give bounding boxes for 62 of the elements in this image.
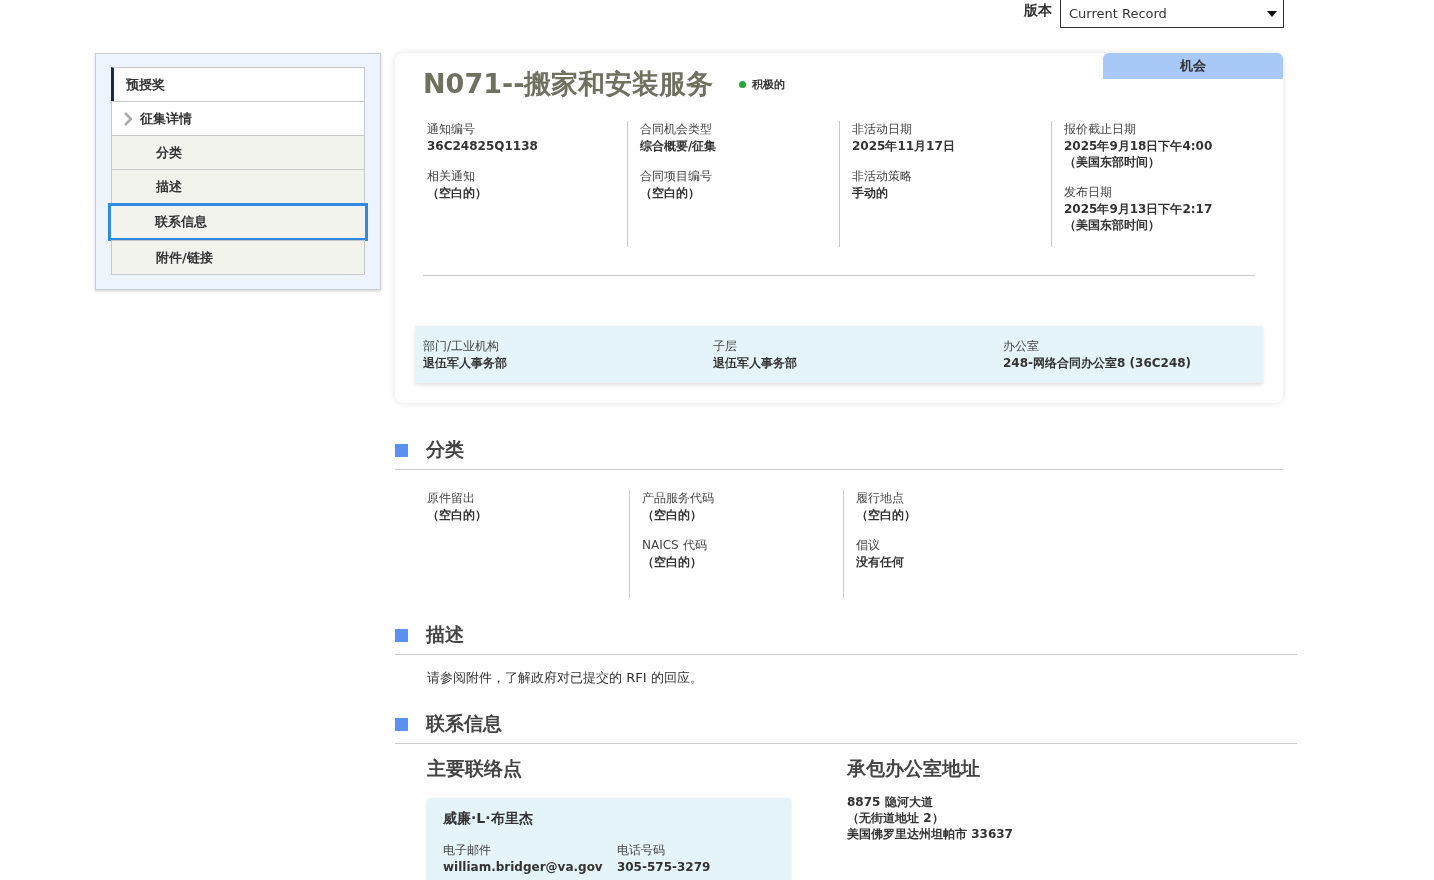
field-value: （空白的） [640,185,701,201]
caret-icon [1267,10,1277,17]
field-label: 发布日期 [1064,184,1113,201]
field-value: 36C24825Q1138 [427,138,539,154]
field-value: 退伍军人事务部 [423,355,508,371]
field-label: 办公室 [1003,338,1040,355]
field-value: 综合概要/征集 [640,138,718,154]
version-select[interactable]: Current Record [1060,0,1284,28]
page-title: N071--搬家和安装服务 [423,67,714,101]
field-label: 产品服务代码 [642,490,715,507]
type-tag: 机会 [1103,53,1283,79]
status-text: 积极的 [752,76,786,92]
field-label: 报价截止日期 [1064,121,1137,138]
sidebar-item[interactable]: 预授奖 [111,67,365,102]
subsection-title: 主要联络点 [427,756,523,781]
field-label: 非活动日期 [852,121,913,138]
sidebar-item[interactable]: 描述 [111,169,365,204]
field-value: （空白的） [427,507,488,523]
sidebar-item[interactable]: 征集详情 [111,101,365,136]
field-value: （空白的） [856,507,917,523]
description-text: 请参阅附件，了解政府对已提交的 RFI 的回应。 [427,669,704,687]
field-value: （空白的） [427,185,488,201]
field-label: 通知编号 [427,121,476,138]
field-label: NAICS 代码 [642,537,708,554]
sidebar-item[interactable]: 附件/链接 [111,240,365,275]
section-title: 描述 [426,622,464,647]
section-marker-icon [395,443,408,457]
field-label: 电话号码 [616,842,666,859]
field-label: 电子邮件 [443,842,492,859]
field-label: 履行地点 [856,490,905,507]
address-line: 8875 隐河大道 [847,794,934,810]
contact-name: 威廉·L·布里杰 [443,810,534,828]
field-label: 倡议 [856,537,881,554]
field-value: 手动的 [852,185,889,201]
field-value: 2025年9月18日下午4:00 （美国东部时间） [1064,138,1214,170]
field-label: 原件留出 [427,490,476,507]
field-value: 没有任何 [856,554,905,570]
subsection-title: 承包办公室地址 [847,756,981,781]
field-value: 退伍军人事务部 [713,355,798,371]
section-title: 分类 [426,437,464,462]
field-value: 2025年11月17日 [852,138,956,154]
chevron-icon [124,111,132,126]
field-label: 相关通知 [427,168,476,185]
field-value: william.bridger@va.gov [443,859,604,875]
field-label: 子层 [713,338,738,355]
field-value: （空白的） [642,507,703,523]
field-value: （空白的） [642,554,703,570]
field-value: 248-网络合同办公室8 (36C248) [1003,355,1193,371]
field-value: 305-575-3279 [616,859,712,875]
field-label: 部门/工业机构 [423,338,501,355]
section-title: 联系信息 [426,711,502,736]
section-marker-icon [395,717,408,731]
field-label: 非活动策略 [852,168,913,185]
version-label: 版本 [1024,2,1052,20]
sidebar-item[interactable]: 分类 [111,135,365,170]
field-label: 合同机会类型 [640,121,713,138]
field-value: 2025年9月13日下午2:17 （美国东部时间） [1064,201,1214,233]
section-marker-icon [395,628,408,642]
address-line: 美国佛罗里达州坦帕市 33637 [847,826,1013,842]
field-label: 合同项目编号 [640,168,713,185]
sidebar-item[interactable]: 联系信息 [108,203,368,241]
address-line: （无街道地址 2） [847,810,945,826]
